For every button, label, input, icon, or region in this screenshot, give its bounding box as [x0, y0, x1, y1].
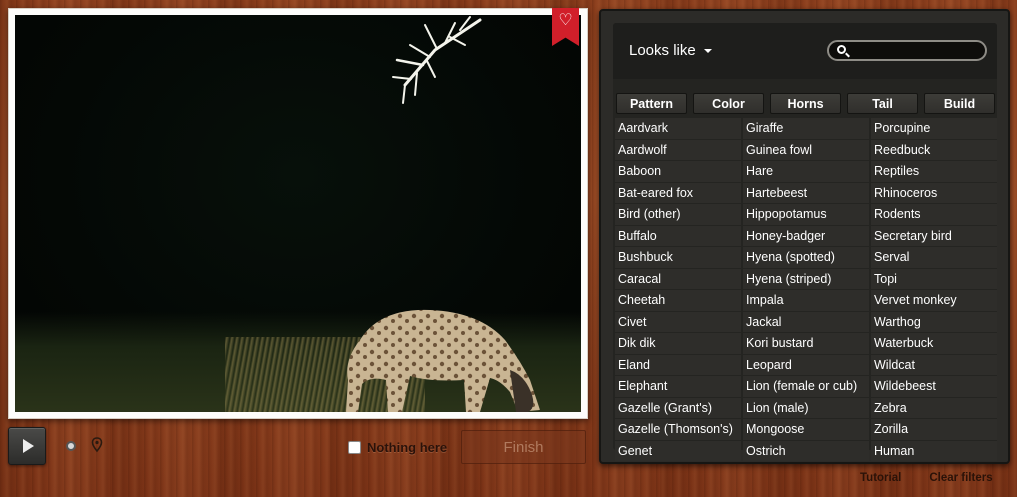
- filter-tail-button[interactable]: Tail: [847, 93, 918, 114]
- filter-horns-button[interactable]: Horns: [770, 93, 841, 114]
- classification-panel: Looks like Pattern Color Horns Tail Buil…: [599, 9, 1010, 464]
- search-input[interactable]: [851, 42, 981, 59]
- search-icon: [837, 45, 846, 54]
- filter-bar: Pattern Color Horns Tail Build: [616, 93, 997, 114]
- looks-like-dropdown[interactable]: Looks like: [629, 42, 712, 59]
- species-item[interactable]: Rhinoceros: [871, 182, 997, 203]
- hyena-figure: [346, 309, 540, 412]
- species-item[interactable]: Kori bustard: [743, 333, 869, 354]
- species-item[interactable]: Warthog: [871, 311, 997, 332]
- species-item[interactable]: Hartebeest: [743, 182, 869, 203]
- play-icon: [23, 439, 34, 453]
- species-item[interactable]: Human: [871, 440, 997, 461]
- filter-color-button[interactable]: Color: [693, 93, 764, 114]
- species-item[interactable]: Porcupine: [871, 118, 997, 139]
- species-item[interactable]: Secretary bird: [871, 225, 997, 246]
- species-item[interactable]: Lion (male): [743, 397, 869, 418]
- species-item[interactable]: Zebra: [871, 397, 997, 418]
- species-item[interactable]: Rodents: [871, 204, 997, 225]
- species-item[interactable]: Reedbuck: [871, 139, 997, 160]
- nothing-here-label: Nothing here: [367, 440, 448, 455]
- species-item[interactable]: Buffalo: [615, 225, 741, 246]
- species-column: Giraffe Guinea fowl Hare Hartebeest Hippopot…: [743, 118, 869, 461]
- species-item[interactable]: Hyena (spotted): [743, 247, 869, 268]
- search-box[interactable]: [827, 40, 987, 61]
- species-item[interactable]: Wildebeest: [871, 376, 997, 397]
- species-item[interactable]: Gazelle (Thomson's): [615, 419, 741, 440]
- species-item[interactable]: Gazelle (Grant's): [615, 397, 741, 418]
- camera-trap-photo: [15, 15, 581, 412]
- map-pin-icon[interactable]: [91, 437, 103, 453]
- photo-frame: ♡: [8, 8, 588, 419]
- looks-like-label: Looks like: [629, 42, 696, 59]
- species-item[interactable]: Mongoose: [743, 419, 869, 440]
- panel-header: Looks like: [613, 23, 997, 79]
- play-button[interactable]: [8, 427, 46, 465]
- species-column: Porcupine Reedbuck Reptiles Rhinoceros Roden…: [871, 118, 997, 461]
- species-item[interactable]: Serval: [871, 247, 997, 268]
- species-item[interactable]: Wildcat: [871, 354, 997, 375]
- species-item[interactable]: Caracal: [615, 268, 741, 289]
- chevron-down-icon: [703, 48, 712, 53]
- species-item[interactable]: Hyena (striped): [743, 268, 869, 289]
- filter-build-button[interactable]: Build: [924, 93, 995, 114]
- nothing-here-checkbox[interactable]: [348, 441, 361, 454]
- species-item[interactable]: Vervet monkey: [871, 290, 997, 311]
- species-item[interactable]: Giraffe: [743, 118, 869, 139]
- species-item[interactable]: Jackal: [743, 311, 869, 332]
- species-item[interactable]: Reptiles: [871, 161, 997, 182]
- species-item[interactable]: Aardvark: [615, 118, 741, 139]
- filter-pattern-button[interactable]: Pattern: [616, 93, 687, 114]
- species-item[interactable]: Guinea fowl: [743, 139, 869, 160]
- species-grid: Aardvark Aardwolf Baboon Bat-eared fox Bird …: [615, 118, 997, 461]
- species-item[interactable]: Genet: [615, 440, 741, 461]
- species-item[interactable]: Civet: [615, 311, 741, 332]
- species-item[interactable]: Honey-badger: [743, 225, 869, 246]
- species-item[interactable]: Lion (female or cub): [743, 376, 869, 397]
- species-item[interactable]: Ostrich: [743, 440, 869, 461]
- species-item[interactable]: Cheetah: [615, 290, 741, 311]
- species-item[interactable]: Dik dik: [615, 333, 741, 354]
- clear-filters-link[interactable]: Clear filters: [929, 472, 992, 484]
- species-item[interactable]: Zorilla: [871, 419, 997, 440]
- nothing-here-option[interactable]: Nothing here: [348, 440, 447, 455]
- species-item[interactable]: Elephant: [615, 376, 741, 397]
- classification-panel-inner: Looks like Pattern Color Horns Tail Buil…: [613, 23, 997, 461]
- species-item[interactable]: Bird (other): [615, 204, 741, 225]
- species-item[interactable]: Bat-eared fox: [615, 182, 741, 203]
- species-item[interactable]: Hippopotamus: [743, 204, 869, 225]
- species-item[interactable]: Aardwolf: [615, 139, 741, 160]
- species-column: Aardvark Aardwolf Baboon Bat-eared fox Bird …: [615, 118, 741, 461]
- species-item[interactable]: Leopard: [743, 354, 869, 375]
- species-item[interactable]: Waterbuck: [871, 333, 997, 354]
- finish-button[interactable]: Finish: [461, 430, 586, 464]
- species-item[interactable]: Baboon: [615, 161, 741, 182]
- image-dot-indicator[interactable]: [66, 441, 76, 451]
- species-item[interactable]: Impala: [743, 290, 869, 311]
- tutorial-link[interactable]: Tutorial: [860, 472, 901, 484]
- species-item[interactable]: Bushbuck: [615, 247, 741, 268]
- species-item[interactable]: Eland: [615, 354, 741, 375]
- species-item[interactable]: Hare: [743, 161, 869, 182]
- species-item[interactable]: Topi: [871, 268, 997, 289]
- footer-links: Tutorial Clear filters: [860, 472, 993, 484]
- photo-branch: [392, 16, 482, 104]
